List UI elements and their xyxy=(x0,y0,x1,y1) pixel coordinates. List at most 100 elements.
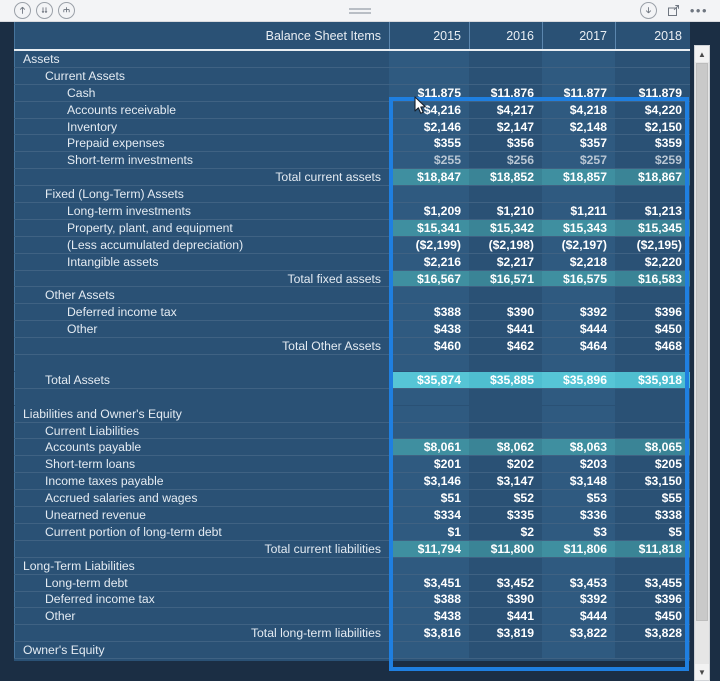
column-header-2016[interactable]: 2016 xyxy=(469,22,542,49)
row-label[interactable]: Total Assets xyxy=(14,371,389,388)
value-cell[interactable]: $2,147 xyxy=(469,118,542,135)
value-cell[interactable]: $16,575 xyxy=(542,270,615,287)
value-cell[interactable]: $8,065 xyxy=(615,439,690,456)
value-cell[interactable] xyxy=(389,355,469,371)
value-cell[interactable]: $2,148 xyxy=(542,118,615,135)
value-cell[interactable]: ($2,197) xyxy=(542,236,615,253)
value-cell[interactable] xyxy=(389,186,469,203)
focus-mode-icon[interactable] xyxy=(666,3,681,18)
column-header-2018[interactable]: 2018 xyxy=(615,22,690,49)
value-cell[interactable]: $3 xyxy=(542,523,615,540)
table-row[interactable]: Total long-term liabilities $3,816 $3,819 $… xyxy=(14,625,690,643)
more-options-icon[interactable]: ••• xyxy=(690,3,708,18)
row-label[interactable] xyxy=(14,355,389,371)
value-cell[interactable] xyxy=(542,557,615,574)
value-cell[interactable]: $2,216 xyxy=(389,253,469,270)
value-cell[interactable]: $441 xyxy=(469,608,542,625)
table-row[interactable]: Accounts receivable $4,216 $4,217 $4,218 $4,… xyxy=(14,101,690,119)
value-cell[interactable]: $203 xyxy=(542,456,615,473)
table-row[interactable]: Inventory $2,146 $2,147 $2,148 $2,150 xyxy=(14,118,690,136)
value-cell[interactable]: $3,148 xyxy=(542,473,615,490)
value-cell[interactable]: $444 xyxy=(542,608,615,625)
row-label[interactable]: Deferred income tax xyxy=(14,591,389,608)
drill-up-icon[interactable] xyxy=(14,2,31,19)
value-cell[interactable]: $388 xyxy=(389,304,469,321)
table-row[interactable]: Cash $11,875 $11,876 $11,877 $11,879 xyxy=(14,84,690,102)
row-label[interactable]: Owner's Equity xyxy=(14,642,389,659)
table-row[interactable]: Total current liabilities $11,794 $11,800 $… xyxy=(14,540,690,558)
table-row[interactable]: Long-term debt $3,451 $3,452 $3,453 $3,455 xyxy=(14,574,690,592)
value-cell[interactable]: $18,847 xyxy=(389,169,469,186)
table-row[interactable]: Total Other Assets $460 $462 $464 $468 xyxy=(14,338,690,356)
value-cell[interactable]: $55 xyxy=(615,490,690,507)
value-cell[interactable]: $359 xyxy=(615,135,690,152)
table-row[interactable]: Assets xyxy=(14,51,690,68)
value-cell[interactable]: $11,800 xyxy=(469,540,542,557)
value-cell[interactable]: $3,452 xyxy=(469,574,542,591)
value-cell[interactable]: $356 xyxy=(469,135,542,152)
value-cell[interactable]: $16,567 xyxy=(389,270,469,287)
row-label[interactable]: Total fixed assets xyxy=(14,270,389,287)
table-row[interactable]: Owner's Equity xyxy=(14,642,690,660)
table-row[interactable]: Current portion of long-term debt $1 $2 $3 $… xyxy=(14,523,690,541)
value-cell[interactable]: $3,451 xyxy=(389,574,469,591)
value-cell[interactable] xyxy=(469,405,542,422)
value-cell[interactable]: $18,867 xyxy=(615,169,690,186)
table-row[interactable]: Other $438 $441 $444 $450 xyxy=(14,608,690,626)
row-label[interactable]: Assets xyxy=(14,51,389,67)
value-cell[interactable]: $392 xyxy=(542,591,615,608)
value-cell[interactable] xyxy=(542,67,615,84)
value-cell[interactable]: $18,852 xyxy=(469,169,542,186)
value-cell[interactable]: $388 xyxy=(389,591,469,608)
table-row[interactable]: Other $438 $441 $444 $450 xyxy=(14,321,690,339)
value-cell[interactable] xyxy=(615,51,690,67)
row-label[interactable]: Current Assets xyxy=(14,67,389,84)
value-cell[interactable] xyxy=(615,355,690,371)
table-row[interactable]: Current Liabilities xyxy=(14,422,690,440)
table-row[interactable]: Unearned revenue $334 $335 $336 $338 xyxy=(14,507,690,524)
value-cell[interactable]: $4,217 xyxy=(469,101,542,118)
value-cell[interactable] xyxy=(615,67,690,84)
value-cell[interactable]: $4,220 xyxy=(615,101,690,118)
value-cell[interactable] xyxy=(542,355,615,371)
table-row[interactable]: Total Assets $35,874 $35,885 $35,896 $35,918 xyxy=(14,371,690,389)
value-cell[interactable]: $334 xyxy=(389,507,469,523)
value-cell[interactable]: $15,341 xyxy=(389,219,469,236)
row-label[interactable]: Property, plant, and equipment xyxy=(14,219,389,236)
value-cell[interactable]: $52 xyxy=(469,490,542,507)
table-row[interactable]: Accounts payable $8,061 $8,062 $8,063 $8,065 xyxy=(14,439,690,457)
value-cell[interactable]: $11,875 xyxy=(389,84,469,101)
row-label[interactable]: Long-term investments xyxy=(14,203,389,219)
value-cell[interactable] xyxy=(389,405,469,422)
value-cell[interactable]: $16,571 xyxy=(469,270,542,287)
scroll-down-icon[interactable]: ▼ xyxy=(695,664,709,680)
table-row[interactable]: Short-term loans $201 $202 $203 $205 xyxy=(14,456,690,474)
value-cell[interactable]: $15,345 xyxy=(615,219,690,236)
table-row[interactable]: Income taxes payable $3,146 $3,147 $3,148 $3… xyxy=(14,473,690,491)
value-cell[interactable]: $3,822 xyxy=(542,625,615,642)
table-row[interactable]: Long-term investments $1,209 $1,210 $1,211 $… xyxy=(14,203,690,220)
value-cell[interactable]: $18,857 xyxy=(542,169,615,186)
value-cell[interactable]: $202 xyxy=(469,456,542,473)
value-cell[interactable]: $441 xyxy=(469,321,542,338)
value-cell[interactable] xyxy=(469,422,542,439)
value-cell[interactable]: $5 xyxy=(615,523,690,540)
value-cell[interactable] xyxy=(469,557,542,574)
value-cell[interactable]: $201 xyxy=(389,456,469,473)
value-cell[interactable] xyxy=(469,388,542,405)
value-cell[interactable]: $3,828 xyxy=(615,625,690,642)
drill-down-hierarchy-icon[interactable] xyxy=(58,2,75,19)
row-label[interactable] xyxy=(14,388,389,405)
value-cell[interactable]: $15,342 xyxy=(469,219,542,236)
value-cell[interactable] xyxy=(469,355,542,371)
value-cell[interactable]: $2,146 xyxy=(389,118,469,135)
row-label[interactable]: Short-term investments xyxy=(14,152,389,169)
value-cell[interactable]: $3,455 xyxy=(615,574,690,591)
value-cell[interactable]: $462 xyxy=(469,338,542,355)
expand-all-down-icon[interactable] xyxy=(36,2,53,19)
value-cell[interactable]: $4,216 xyxy=(389,101,469,118)
row-label[interactable]: Total Other Assets xyxy=(14,338,389,355)
value-cell[interactable]: $16,583 xyxy=(615,270,690,287)
value-cell[interactable]: $396 xyxy=(615,304,690,321)
table-row[interactable]: Other Assets xyxy=(14,287,690,305)
